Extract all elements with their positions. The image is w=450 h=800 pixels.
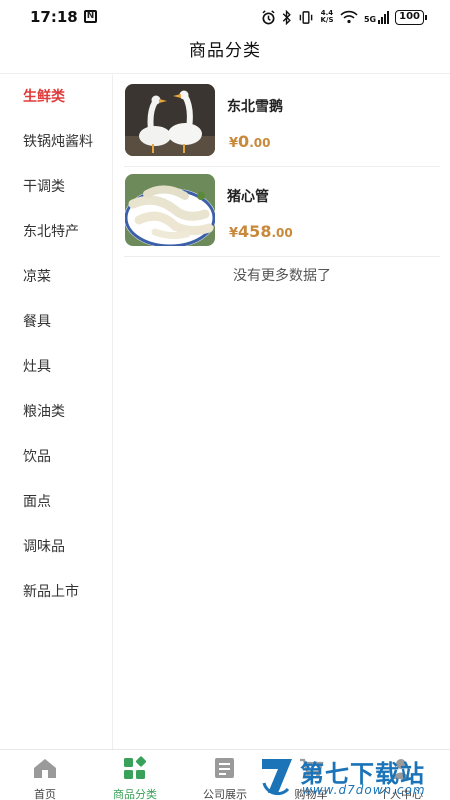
product-card[interactable]: 东北雪鹅 ¥0.00 [124,82,440,167]
product-name[interactable]: 东北雪鹅 [227,96,283,116]
price-integer: 458 [238,222,272,241]
price-currency: ¥ [229,226,239,241]
document-icon [215,758,234,778]
vibrate-icon [299,10,313,24]
category-item-stew-sauce[interactable]: 铁锅炖酱料 [0,120,112,165]
tab-category[interactable]: 商品分类 [90,756,180,800]
watermark-url: www.d7down.com [302,783,426,797]
category-grid-icon [124,756,147,779]
speed-unit: K/S [320,16,334,24]
price-decimal: .00 [249,136,271,150]
status-time: 17:18 [30,8,78,26]
product-price: ¥458.00 [229,222,293,241]
category-item-cold-dishes[interactable]: 凉菜 [0,255,112,300]
category-item-fresh[interactable]: 生鲜类 [0,75,112,120]
category-item-new-arrivals[interactable]: 新品上市 [0,570,112,615]
category-item-grain-oil[interactable]: 粮油类 [0,390,112,435]
wifi-icon [340,10,358,24]
site-watermark: 第七下载站 www.d7down.com [256,752,450,800]
category-item-pastry[interactable]: 面点 [0,480,112,525]
nfc-icon: N [84,10,97,23]
status-bar: 17:18 N 4.4 K/S 5G 100 [0,0,450,34]
watermark-logo-icon [262,759,292,796]
page-header: 商品分类 [0,34,450,74]
signal-icon [378,10,390,24]
category-item-condiments[interactable]: 调味品 [0,525,112,570]
list-end-text: 没有更多数据了 [233,268,331,284]
product-image-pork-aorta[interactable] [125,174,215,246]
price-decimal: .00 [271,226,293,240]
bluetooth-icon [282,9,291,25]
page-title: 商品分类 [189,41,261,61]
product-name[interactable]: 猪心管 [227,186,269,206]
product-card[interactable]: 猪心管 ¥458.00 [124,172,440,257]
product-image-geese[interactable] [125,84,215,156]
network-speed: 4.4 K/S [320,10,334,24]
status-icons: 4.4 K/S 5G 100 [261,8,427,26]
tab-home[interactable]: 首页 [0,756,90,800]
category-sidebar: 生鲜类 铁锅炖酱料 干调类 东北特产 凉菜 餐具 灶具 粮油类 饮品 面点 调味… [0,75,113,749]
category-item-dry-seasoning[interactable]: 干调类 [0,165,112,210]
product-list: 东北雪鹅 ¥0.00 猪心管 ¥458.00 没有更多数据了 [114,75,450,749]
product-price: ¥0.00 [229,132,270,151]
category-item-northeast-specialty[interactable]: 东北特产 [0,210,112,255]
category-item-stoves[interactable]: 灶具 [0,345,112,390]
price-integer: 0 [238,132,250,151]
alarm-icon [262,9,275,24]
tab-home-label: 首页 [34,788,56,800]
tab-category-label: 商品分类 [113,788,157,800]
category-item-tableware[interactable]: 餐具 [0,300,112,345]
category-item-drinks[interactable]: 饮品 [0,435,112,480]
home-icon [34,759,56,778]
battery-icon: 100 [395,9,427,25]
signal-5g: 5G [363,10,390,24]
network-type: 5G [363,14,377,24]
price-currency: ¥ [229,136,239,151]
